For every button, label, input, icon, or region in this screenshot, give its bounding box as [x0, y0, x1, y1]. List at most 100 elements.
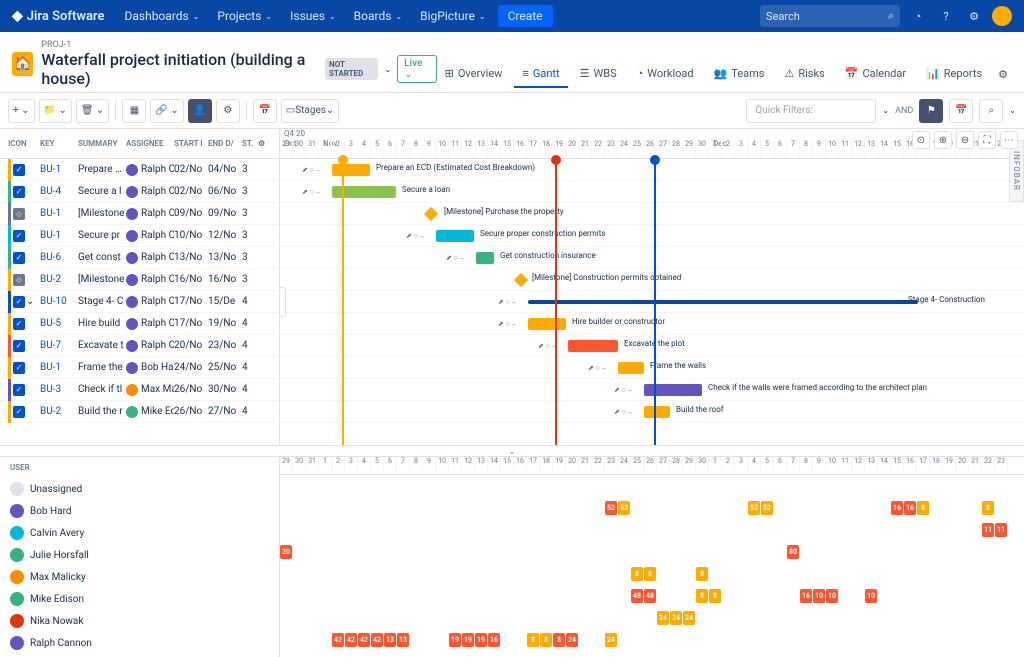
dependency-icon[interactable]: ⬈ ○→	[614, 386, 633, 394]
product-logo[interactable]: ◆ Jira Software	[12, 8, 104, 24]
expand-icon[interactable]: ⌄	[26, 296, 40, 307]
resource-cell[interactable]: 13	[384, 633, 396, 647]
timeline-marker[interactable]	[654, 159, 656, 445]
tab-teams[interactable]: 👥Teams	[706, 61, 773, 88]
gantt-body[interactable]: ⬈ ○→Prepare an ECD (Estimated Cost Break…	[280, 159, 1024, 423]
issue-key[interactable]: BU-1	[40, 230, 61, 241]
issue-key[interactable]: BU-1	[40, 164, 61, 175]
gantt-bar[interactable]	[568, 340, 618, 352]
resource-cell[interactable]: 8	[709, 589, 721, 603]
stages-button[interactable]: ▭ Stages ⌄	[281, 99, 340, 123]
collapse-handle[interactable]: ‹	[280, 287, 286, 317]
user-row[interactable]: Max Malicky	[10, 566, 269, 588]
grid-body[interactable]: ✓BU-1Prepare a...Ralph Cann02/No04/No3 ✓B…	[0, 159, 279, 445]
dependency-icon[interactable]: ⬈ ○→	[498, 298, 517, 306]
tab-calendar[interactable]: 📅Calendar	[837, 61, 914, 88]
resource-cell[interactable]: 42	[358, 633, 370, 647]
filter-calendar-button[interactable]: 📅	[949, 99, 973, 123]
resource-cell[interactable]: 8	[540, 633, 552, 647]
resource-cell[interactable]: 24	[605, 633, 617, 647]
assignee-cell[interactable]: Ralph Cann	[126, 296, 174, 308]
resource-grid[interactable]: 2930311234567891011121314151617181920212…	[280, 457, 1024, 657]
assignee-cell[interactable]: Mike Ediso	[126, 406, 174, 418]
gantt-bar[interactable]	[528, 318, 566, 330]
grid-settings-icon[interactable]: ⚙	[258, 139, 272, 148]
resource-cell[interactable]: 10	[813, 589, 825, 603]
col-end[interactable]: END D/	[208, 139, 242, 148]
resource-cell[interactable]: 52	[605, 501, 617, 515]
tab-reports[interactable]: 📊Reports	[918, 61, 990, 88]
resource-cell[interactable]: 16	[488, 633, 500, 647]
folder-button[interactable]: 📁 ⌄	[39, 99, 72, 123]
col-icon[interactable]: ICON	[0, 139, 26, 148]
resource-cell[interactable]: 20	[280, 545, 292, 559]
assignee-cell[interactable]: Ralph Cann	[126, 230, 174, 242]
gantt-milestone[interactable]	[514, 273, 528, 287]
resource-cell[interactable]: 16	[891, 501, 903, 515]
resource-cell[interactable]: 42	[371, 633, 383, 647]
resource-cell[interactable]: 8	[696, 589, 708, 603]
issue-key[interactable]: BU-2	[40, 274, 61, 285]
resource-cell[interactable]: 52	[748, 501, 760, 515]
tab-gantt[interactable]: ≡Gantt	[514, 61, 567, 88]
resource-cell[interactable]: 42	[332, 633, 344, 647]
gantt-row[interactable]: ⬈ ○→Check if the walls were framed accor…	[280, 379, 1024, 401]
issue-key[interactable]: BU-1	[40, 362, 61, 373]
assignee-cell[interactable]: Max Malicl	[126, 384, 174, 396]
resource-cell[interactable]: 24	[657, 611, 669, 625]
nav-item[interactable]: Dashboards ⌄	[116, 5, 207, 27]
resource-cell[interactable]: 52	[761, 501, 773, 515]
resource-cell[interactable]: 8	[527, 633, 539, 647]
gantt-row[interactable]: [Milestone] Purchase the property	[280, 203, 1024, 225]
resource-cell[interactable]: 52	[618, 501, 630, 515]
gantt-bar[interactable]	[476, 252, 494, 264]
table-row[interactable]: ◇BU-1[MilestoneRalph Cann09/No09/No3	[0, 203, 279, 225]
trash-button[interactable]: 🗑 ⌄	[76, 99, 110, 123]
issue-key[interactable]: BU-1	[40, 208, 61, 219]
tab-wbs[interactable]: ☰WBS	[572, 61, 625, 88]
user-row[interactable]: Ralph Cannon	[10, 632, 269, 654]
tab-workload[interactable]: ◔Workload	[629, 61, 702, 88]
col-st[interactable]: ST.	[242, 139, 258, 148]
gantt-row[interactable]: ⬈ ○→Hire builder or constructor	[280, 313, 1024, 335]
global-search[interactable]: ⌕	[760, 5, 900, 27]
gantt-bar[interactable]	[644, 384, 702, 396]
gear-button[interactable]: ⚙	[216, 99, 240, 123]
gantt-row[interactable]: ⬈ ○→Secure a loan	[280, 181, 1024, 203]
more-icon[interactable]: ⋯	[1000, 131, 1018, 149]
chevron-down-icon[interactable]: ⌄	[1009, 106, 1016, 115]
resource-cell[interactable]: 19	[462, 633, 474, 647]
link-button[interactable]: 🔗 ⌄	[150, 99, 183, 123]
notifications-icon[interactable]: ◔	[908, 6, 928, 26]
status-badge[interactable]: NOT STARTED	[325, 58, 378, 80]
table-row[interactable]: ✓BU-6Get constRalph Cann13/No13/No3	[0, 247, 279, 269]
resource-cell[interactable]: 16	[904, 501, 916, 515]
gantt-bar[interactable]	[618, 362, 644, 374]
resource-cell[interactable]: 8	[644, 567, 656, 581]
user-avatar[interactable]	[992, 6, 1012, 26]
add-button[interactable]: + ⌄	[8, 99, 35, 123]
nav-item[interactable]: Boards ⌄	[346, 5, 410, 27]
calendar-button[interactable]: 📅	[253, 99, 277, 123]
table-row[interactable]: ✓BU-1Prepare a...Ralph Cann02/No04/No3	[0, 159, 279, 181]
resource-cell[interactable]: 24	[566, 633, 578, 647]
user-row[interactable]: Calvin Avery	[10, 522, 269, 544]
gantt-chart[interactable]: ‹ ⊙ ⊕ ⊖ ⛶ ⋯ Q4 20 OctNovDec 293031123456…	[280, 129, 1024, 445]
dependency-icon[interactable]: ⬈ ○→	[614, 408, 633, 416]
resource-cell[interactable]: 80	[787, 545, 799, 559]
fullscreen-icon[interactable]: ⛶	[978, 131, 996, 149]
table-row[interactable]: ✓BU-1Frame theBob Hard24/No25/No4	[0, 357, 279, 379]
resource-cell[interactable]: 8	[982, 501, 994, 515]
resource-cell[interactable]: 8	[696, 567, 708, 581]
tab-overview[interactable]: ⊞Overview	[437, 61, 511, 88]
issue-key[interactable]: BU-7	[40, 340, 61, 351]
dependency-icon[interactable]: ⬈ ○→	[446, 254, 465, 262]
dependency-icon[interactable]: ⬈ ○→	[406, 232, 425, 240]
resource-cell[interactable]: 19	[449, 633, 461, 647]
quick-filters-input[interactable]	[746, 99, 876, 123]
resource-cell[interactable]: 24	[670, 611, 682, 625]
dependency-icon[interactable]: ⬈ ○→	[588, 364, 607, 372]
gantt-row[interactable]: [Milestone] Construction permits obtaine…	[280, 269, 1024, 291]
tab-risks[interactable]: ⚠Risks	[776, 61, 832, 88]
dependency-icon[interactable]: ⬈ ○→	[302, 166, 321, 174]
